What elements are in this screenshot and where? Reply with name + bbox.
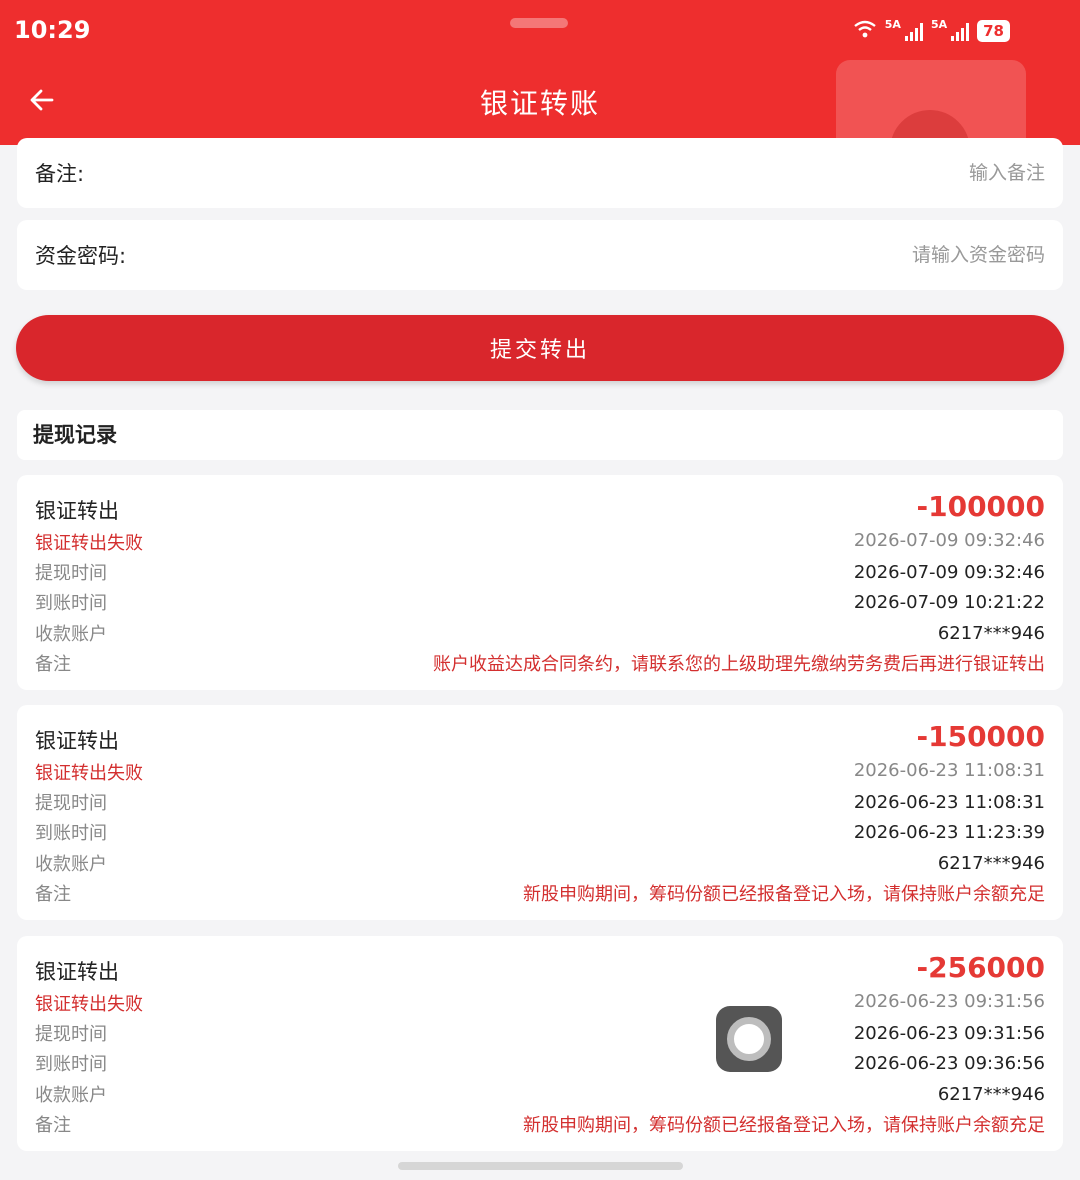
record-status: 银证转出失败 xyxy=(35,763,143,784)
record-datetime: 2026-06-23 11:08:31 xyxy=(853,760,1045,781)
signal-icon-2 xyxy=(951,21,970,41)
note-value: 账户收益达成合同条约，请联系您的上级助理先缴纳劳务费后再进行银证转出 xyxy=(433,654,1045,675)
withdraw-time-value: 2026-06-23 09:31:56 xyxy=(853,1022,1045,1044)
circle-icon xyxy=(727,1017,771,1061)
withdraw-time-row: 提现时间 2026-06-23 11:08:31 xyxy=(35,789,1045,815)
note-label: 备注 xyxy=(35,654,71,675)
page-title: 银证转账 xyxy=(479,87,600,120)
record-amount: -150000 xyxy=(916,720,1045,753)
record-type: 银证转出 xyxy=(35,960,119,984)
app-header: 10:29 5A 5A 78 银证转账 xyxy=(0,0,1080,190)
arrival-time-label: 到账时间 xyxy=(35,1054,107,1075)
fund-password-label: 资金密码: xyxy=(35,244,127,268)
note-value: 新股申购期间，筹码份额已经报备登记入场，请保持账户余额充足 xyxy=(523,884,1045,905)
record-card[interactable]: 银证转出 -100000 银证转出失败 2026-07-09 09:32:46 … xyxy=(17,475,1063,690)
note-row: 备注 新股申购期间，筹码份额已经报备登记入场，请保持账户余额充足 xyxy=(35,1111,1045,1137)
withdraw-time-value: 2026-07-09 09:32:46 xyxy=(853,561,1045,583)
battery-icon: 78 xyxy=(977,20,1010,42)
fund-password-input[interactable] xyxy=(645,244,1045,266)
record-datetime: 2026-07-09 09:32:46 xyxy=(853,530,1045,551)
arrival-time-row: 到账时间 2026-07-09 10:21:22 xyxy=(35,589,1045,615)
record-card[interactable]: 银证转出 -256000 银证转出失败 2026-06-23 09:31:56 … xyxy=(17,936,1063,1151)
account-value: 6217***946 xyxy=(937,852,1045,874)
arrival-time-value: 2026-06-23 11:23:39 xyxy=(853,821,1045,843)
account-row: 收款账户 6217***946 xyxy=(35,1081,1045,1107)
home-indicator[interactable] xyxy=(398,1162,683,1170)
remark-input[interactable] xyxy=(645,162,1045,184)
note-row: 备注 账户收益达成合同条约，请联系您的上级助理先缴纳劳务费后再进行银证转出 xyxy=(35,650,1045,676)
status-bar: 10:29 5A 5A 78 xyxy=(0,0,1080,60)
remark-label: 备注: xyxy=(35,162,85,186)
account-value: 6217***946 xyxy=(937,622,1045,644)
withdraw-time-label: 提现时间 xyxy=(35,793,107,814)
arrival-time-row: 到账时间 2026-06-23 11:23:39 xyxy=(35,819,1045,845)
network-label-2: 5A xyxy=(930,18,948,31)
record-amount: -100000 xyxy=(916,490,1045,523)
arrival-time-label: 到账时间 xyxy=(35,593,107,614)
arrival-time-value: 2026-07-09 10:21:22 xyxy=(853,591,1045,613)
fund-password-row: 资金密码: xyxy=(17,220,1063,290)
submit-transfer-button[interactable]: 提交转出 xyxy=(16,315,1064,381)
remark-row: 备注: xyxy=(17,138,1063,208)
note-row: 备注 新股申购期间，筹码份额已经报备登记入场，请保持账户余额充足 xyxy=(35,880,1045,906)
record-datetime: 2026-06-23 09:31:56 xyxy=(853,991,1045,1012)
account-label: 收款账户 xyxy=(35,854,107,875)
status-time: 10:29 xyxy=(14,16,91,44)
withdraw-time-value: 2026-06-23 11:08:31 xyxy=(853,791,1045,813)
note-value: 新股申购期间，筹码份额已经报备登记入场，请保持账户余额充足 xyxy=(523,1115,1045,1136)
arrival-time-label: 到账时间 xyxy=(35,823,107,844)
record-status: 银证转出失败 xyxy=(35,533,143,554)
record-amount: -256000 xyxy=(916,951,1045,984)
withdraw-time-row: 提现时间 2026-07-09 09:32:46 xyxy=(35,559,1045,585)
note-label: 备注 xyxy=(35,884,71,905)
account-row: 收款账户 6217***946 xyxy=(35,620,1045,646)
network-label-1: 5A xyxy=(884,18,901,31)
account-label: 收款账户 xyxy=(35,624,107,645)
record-card[interactable]: 银证转出 -150000 银证转出失败 2026-06-23 11:08:31 … xyxy=(17,705,1063,920)
arrival-time-row: 到账时间 2026-06-23 09:36:56 xyxy=(35,1050,1045,1076)
account-value: 6217***946 xyxy=(937,1083,1045,1105)
record-status: 银证转出失败 xyxy=(35,994,143,1015)
record-type: 银证转出 xyxy=(35,499,119,523)
account-label: 收款账户 xyxy=(35,1085,107,1106)
assistive-touch-button[interactable] xyxy=(716,1006,782,1072)
record-type: 银证转出 xyxy=(35,729,119,753)
status-icons: 5A 5A 78 xyxy=(853,18,1010,44)
wifi-icon xyxy=(853,19,877,43)
withdraw-time-row: 提现时间 2026-06-23 09:31:56 xyxy=(35,1020,1045,1046)
arrival-time-value: 2026-06-23 09:36:56 xyxy=(853,1052,1045,1074)
withdraw-records-title: 提现记录 xyxy=(17,410,1063,460)
withdraw-time-label: 提现时间 xyxy=(35,563,107,584)
camera-notch xyxy=(510,18,568,28)
signal-icon xyxy=(904,21,923,41)
account-row: 收款账户 6217***946 xyxy=(35,850,1045,876)
withdraw-time-label: 提现时间 xyxy=(35,1024,107,1045)
note-label: 备注 xyxy=(35,1115,71,1136)
